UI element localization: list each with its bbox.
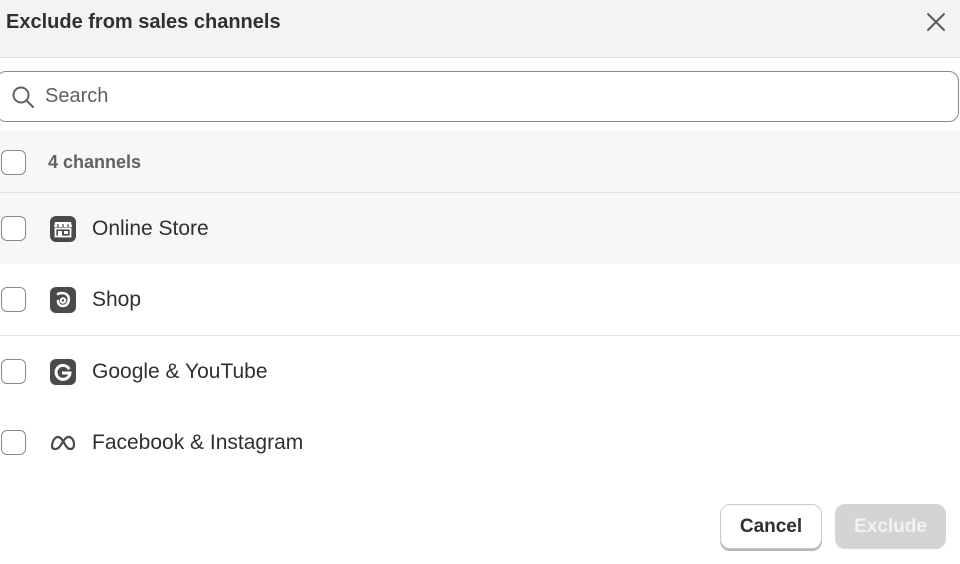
channel-label: Facebook & Instagram — [92, 431, 304, 454]
channel-checkbox-google-youtube[interactable] — [1, 359, 26, 384]
channel-row-facebook-instagram[interactable]: Facebook & Instagram — [0, 407, 960, 479]
modal-footer: Cancel Exclude — [0, 478, 960, 564]
channel-label: Shop — [92, 288, 142, 311]
storefront-icon — [50, 216, 76, 242]
select-all-checkbox[interactable] — [1, 150, 26, 175]
channel-count: 4 channels — [48, 152, 142, 172]
search-field[interactable] — [0, 71, 959, 122]
channel-label: Online Store — [92, 217, 209, 240]
channel-row-online-store[interactable]: Online Store — [0, 193, 960, 265]
cancel-button[interactable]: Cancel — [720, 504, 822, 549]
channel-row-shop[interactable]: Shop — [0, 264, 960, 336]
exclude-button[interactable]: Exclude — [835, 504, 946, 549]
close-icon — [927, 13, 945, 31]
modal-header: Exclude from sales channels — [0, 0, 960, 58]
channel-checkbox-online-store[interactable] — [1, 216, 26, 241]
channel-checkbox-shop[interactable] — [1, 287, 26, 312]
shop-app-icon — [50, 287, 76, 313]
channel-list-header: 4 channels — [0, 131, 960, 193]
channel-checkbox-facebook-instagram[interactable] — [1, 430, 26, 455]
channel-label: Google & YouTube — [92, 360, 268, 383]
meta-icon — [50, 435, 76, 451]
search-input[interactable] — [45, 73, 925, 120]
exclude-sales-channels-modal: Exclude from sales channels 4 channels O… — [0, 0, 960, 564]
channel-row-google-youtube[interactable]: Google & YouTube — [0, 336, 960, 408]
search-icon — [12, 86, 34, 108]
modal-title: Exclude from sales channels — [6, 11, 281, 33]
close-button[interactable] — [922, 8, 950, 36]
google-icon — [50, 359, 76, 385]
